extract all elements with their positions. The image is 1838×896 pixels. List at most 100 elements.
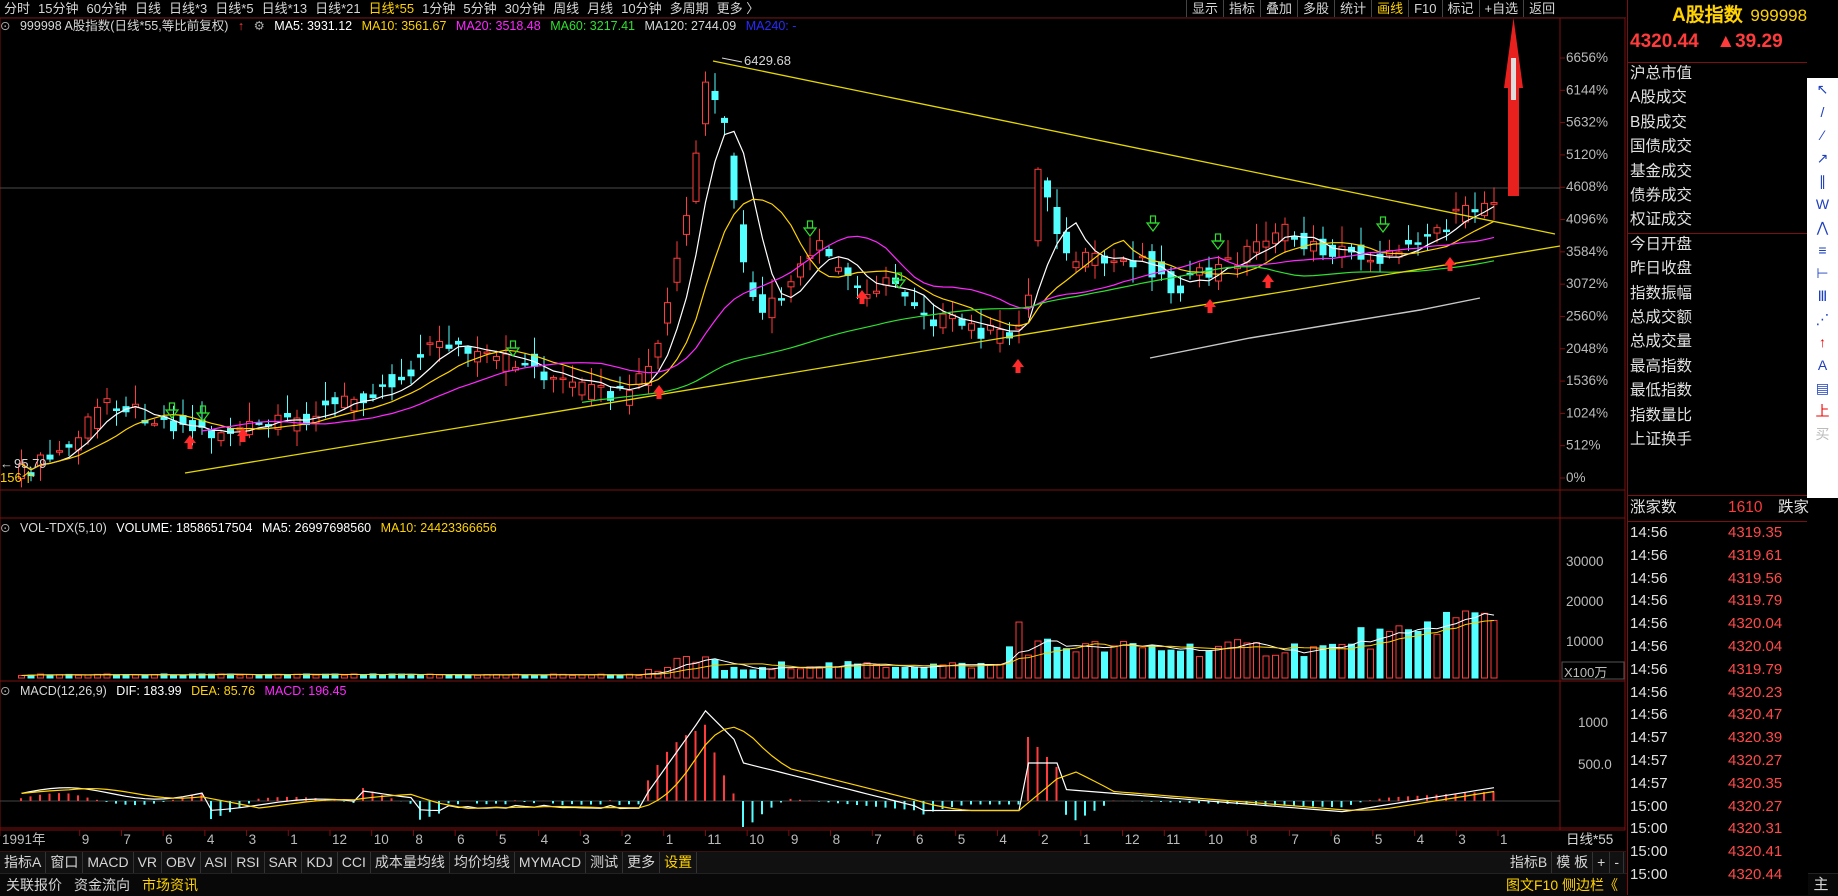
timeframe-tab[interactable]: 日线*5 [211,0,257,17]
indicator-tab[interactable]: VR [134,852,163,873]
line-icon[interactable]: / [1807,101,1838,124]
indicator-tab[interactable]: 均价均线 [450,852,515,873]
tool-button[interactable]: 画线 [1371,0,1408,17]
timeframe-tab[interactable]: 30分钟 [501,0,549,17]
trendline-upper[interactable] [712,60,1556,235]
note-icon[interactable]: ▤ [1807,377,1838,400]
kline-chart[interactable]: 6656%6144%5632%5120%4608%4096%3584%3072%… [0,18,1626,851]
timeframe-tab[interactable]: 多周期 [666,0,713,17]
tool-button[interactable]: 多股 [1297,0,1334,17]
indicator-tab[interactable]: KDJ [302,852,338,873]
chart-menu-icon[interactable]: ⊙ [0,521,10,535]
indicator-tab[interactable]: CCI [338,852,371,873]
candle [65,444,73,448]
quote-item-label: 国债成交 [1630,138,1693,156]
indicator-tab[interactable]: RSI [232,852,265,873]
tool-button[interactable]: 标记 [1441,0,1479,17]
volume-bar [1433,633,1441,679]
timeframe-tab[interactable]: 日线 [131,0,165,17]
tool-button[interactable]: 统计 [1334,0,1371,17]
tool-button[interactable]: +自选 [1478,0,1524,17]
timeframe-tab[interactable]: 60分钟 [82,0,130,17]
indicator-tab[interactable]: MYMACD [515,852,587,873]
timeframe-tab[interactable]: 日线*3 [165,0,211,17]
quote-item-label: 基金成交 [1630,162,1693,180]
tool-button[interactable]: 返回 [1523,0,1560,17]
timeframe-tab[interactable]: 10分钟 [617,0,665,17]
indicator-tab[interactable]: 窗口 [46,852,84,873]
candle [1063,231,1070,254]
tool-button[interactable]: 显示 [1186,0,1223,17]
volume-bar [1129,643,1137,679]
indicator-tab[interactable]: MACD [83,852,134,873]
sell-mark-icon[interactable]: 买 [1807,423,1838,446]
indicator-tab[interactable]: 更多 [623,852,661,873]
indicator-tab[interactable]: 测试 [586,852,624,873]
date-axis-label: 3 [249,832,257,847]
timeframe-tab[interactable]: 分时 [0,0,34,17]
indicator-tab[interactable]: SAR [265,852,303,873]
segment-icon[interactable]: ⁄ [1807,124,1838,147]
timeframe-tab[interactable]: 周线 [549,0,583,17]
template-tab[interactable]: + [1593,852,1611,873]
template-tab[interactable]: - [1610,852,1624,873]
status-tab[interactable]: 资金流向 [68,874,136,896]
timeframe-tab[interactable]: 日线*21 [311,0,365,17]
up-arrow-icon[interactable]: ↑ [1807,331,1838,354]
indicator-tab[interactable]: ASI [201,852,233,873]
range-icon[interactable]: ⊢ [1807,262,1838,285]
date-axis-label: 8 [1250,832,1258,847]
timeframe-tab[interactable]: 日线*13 [258,0,312,17]
price-axis-label: 3584% [1566,244,1608,259]
timeframe-tab[interactable]: 更多 〉 [713,0,764,17]
template-tab[interactable]: 指标B [1506,852,1553,873]
indicator-tab[interactable]: 成本量均线 [371,852,450,873]
quote-item-label: 权证成交 [1630,211,1693,229]
ray-icon[interactable]: ↗ [1807,147,1838,170]
timeframe-tab[interactable]: 5分钟 [459,0,500,17]
candle [711,90,719,101]
candle [1053,207,1061,235]
grid-icon[interactable]: Ⅲ [1807,285,1838,308]
tool-button[interactable]: 指标 [1223,0,1260,17]
timeframe-tab[interactable]: 1分钟 [418,0,459,17]
status-tab[interactable]: 市场资讯 [136,874,204,896]
chart-menu-icon[interactable]: ⊙ [0,684,10,698]
volume-axis-label: 20000 [1566,594,1604,609]
date-axis-label: 1 [1083,832,1091,847]
volume-bar [1386,631,1393,679]
cursor-icon[interactable]: ↖ [1807,78,1838,101]
status-tab[interactable]: 关联报价 [0,874,68,896]
date-axis-label: 11 [1166,832,1180,847]
ma5-label: MA5: 3931.12 [274,19,353,33]
volume-bar [1167,649,1175,679]
timeframe-tab[interactable]: 日线*55 [365,0,419,17]
macd-header: ⊙ MACD(12,26,9) DIF: 183.99 DEA: 85.76 M… [0,683,353,699]
settings-icon[interactable]: ⚙ [254,19,265,33]
timeframe-tab[interactable]: 月线 [583,0,617,17]
volume-bar [1158,650,1165,679]
indicator-tab[interactable]: 指标A [0,852,47,873]
drawn-up-arrow[interactable] [1504,18,1523,196]
candle [1129,260,1137,268]
tool-button[interactable]: 叠加 [1260,0,1297,17]
buy-mark-icon[interactable]: 上 [1807,400,1838,423]
fib-icon[interactable]: ≡ [1807,239,1838,262]
indicator-tab[interactable]: 设置 [660,852,698,873]
candle [217,432,225,442]
text-icon[interactable]: A [1807,354,1838,377]
volume-bar [246,674,253,679]
wave-icon[interactable]: W [1807,193,1838,216]
quote-item-label: 指数振幅 [1630,284,1693,302]
chart-menu-icon[interactable]: ⊙ [0,19,10,33]
panel-switch-button[interactable]: 主 [1806,874,1836,896]
tool-button[interactable]: F10 [1408,0,1441,17]
indicator-tab[interactable]: OBV [162,852,201,873]
template-tab[interactable]: 模 板 [1552,852,1594,873]
timeframe-tab[interactable]: 15分钟 [34,0,82,17]
tick-row: 14:57 4320.27 [1630,750,1806,771]
fan-icon[interactable]: ⋰ [1807,308,1838,331]
sidebar-toggle[interactable]: 图文F10 侧边栏《 [1506,874,1618,896]
parallel-icon[interactable]: ∥ [1807,170,1838,193]
zigzag-icon[interactable]: ⋀ [1807,216,1838,239]
